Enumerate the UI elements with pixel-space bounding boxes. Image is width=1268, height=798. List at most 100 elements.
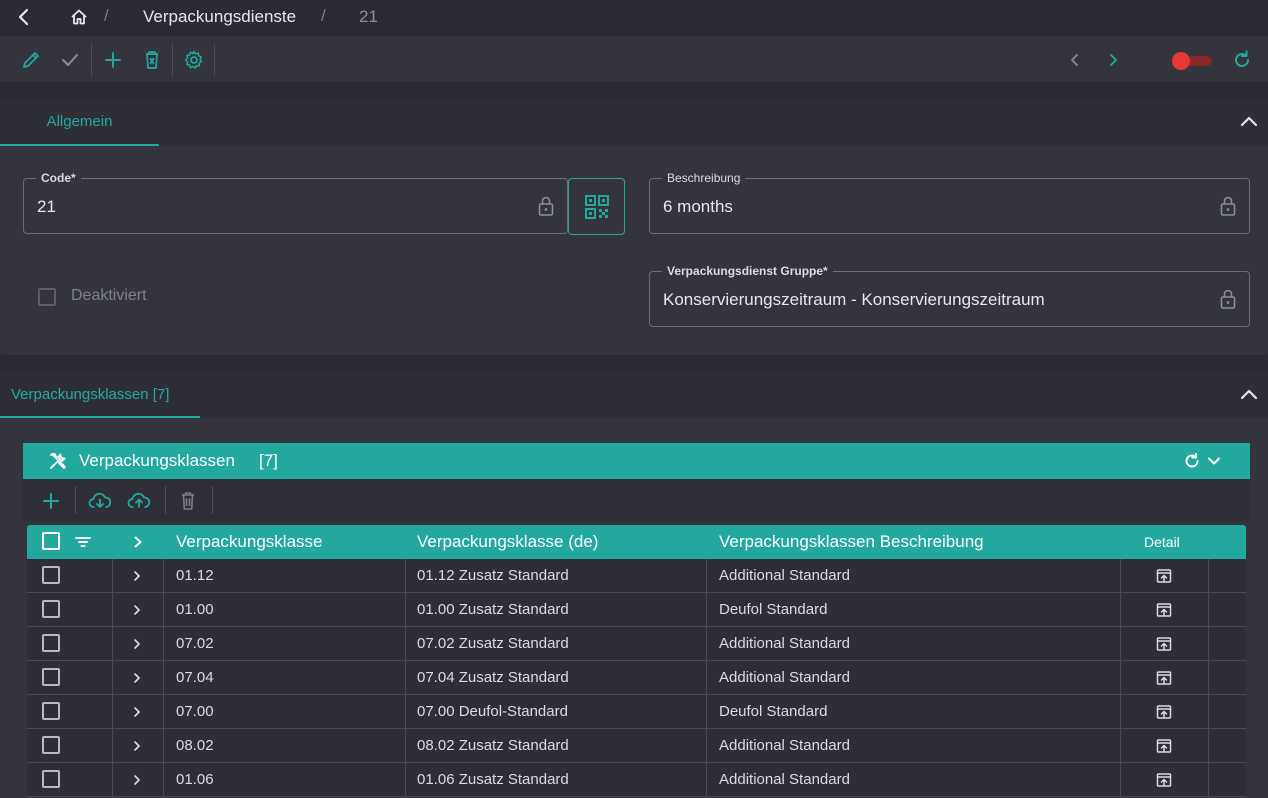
cell-beschreibung: Additional Standard bbox=[719, 771, 850, 788]
tab-allgemein[interactable]: Allgemein bbox=[0, 98, 159, 146]
open-detail-icon[interactable] bbox=[1156, 771, 1172, 789]
cell-verpackungsklasse: 01.06 bbox=[176, 771, 214, 788]
lock-icon bbox=[1219, 195, 1237, 217]
row-checkbox[interactable] bbox=[42, 600, 60, 618]
expand-all-icon[interactable] bbox=[131, 533, 145, 551]
table-row[interactable]: 07.04 07.04 Zusatz Standard Additional S… bbox=[27, 661, 1246, 695]
record-toolbar bbox=[0, 36, 1268, 82]
add-row-icon[interactable] bbox=[39, 490, 63, 512]
trash-icon[interactable] bbox=[176, 490, 200, 512]
classes-section: Verpackungsklassen [7] Verpackungsklasse… bbox=[0, 372, 1268, 798]
table-cell bbox=[27, 559, 113, 593]
chevron-down-icon[interactable] bbox=[1205, 452, 1223, 470]
open-detail-icon[interactable] bbox=[1156, 703, 1172, 721]
column-header-beschreibung[interactable]: Verpackungsklassen Beschreibung bbox=[719, 532, 984, 552]
collapse-up-icon[interactable] bbox=[1238, 111, 1260, 133]
table-row[interactable]: 01.12 01.12 Zusatz Standard Additional S… bbox=[27, 559, 1246, 593]
home-icon[interactable] bbox=[70, 8, 88, 26]
beschreibung-field[interactable]: Beschreibung 6 months bbox=[649, 170, 1250, 234]
back-arrow-icon[interactable] bbox=[14, 7, 34, 27]
toolbar-divider bbox=[91, 44, 92, 76]
row-expand-icon[interactable] bbox=[131, 568, 143, 584]
cell-beschreibung: Additional Standard bbox=[719, 567, 850, 584]
breadcrumb-item-verpackungsdienste[interactable]: Verpackungsdienste bbox=[143, 7, 296, 27]
edit-icon[interactable] bbox=[20, 49, 42, 71]
cell-beschreibung: Deufol Standard bbox=[719, 703, 828, 720]
table-row[interactable]: 01.06 01.06 Zusatz Standard Additional S… bbox=[27, 763, 1246, 797]
cloud-upload-icon[interactable] bbox=[127, 490, 151, 512]
lock-icon bbox=[1219, 288, 1237, 310]
table-cell bbox=[27, 593, 113, 627]
open-detail-icon[interactable] bbox=[1156, 567, 1172, 585]
active-toggle[interactable] bbox=[1172, 52, 1212, 70]
table-cell bbox=[27, 695, 113, 729]
column-header-verpackungsklasse-de[interactable]: Verpackungsklasse (de) bbox=[417, 532, 598, 552]
general-section: Allgemein Code* 21 Beschreibung 6 months… bbox=[0, 98, 1268, 355]
grid-title: Verpackungsklassen bbox=[79, 451, 235, 470]
grid-header: Verpackungsklassen [7] bbox=[23, 443, 1250, 479]
code-label: Code* bbox=[36, 170, 81, 186]
open-detail-icon[interactable] bbox=[1156, 737, 1172, 755]
add-icon[interactable] bbox=[102, 49, 124, 71]
toolbar-divider bbox=[165, 486, 166, 514]
check-icon[interactable] bbox=[59, 49, 81, 71]
gruppe-field[interactable]: Verpackungsdienst Gruppe* Konservierungs… bbox=[649, 263, 1250, 327]
code-value: 21 bbox=[37, 197, 56, 216]
row-checkbox[interactable] bbox=[42, 702, 60, 720]
collapse-up-icon[interactable] bbox=[1238, 384, 1260, 406]
row-expand-icon[interactable] bbox=[131, 772, 143, 788]
next-record-icon[interactable] bbox=[1102, 49, 1124, 71]
delete-icon[interactable] bbox=[141, 49, 163, 71]
cloud-download-icon[interactable] bbox=[88, 490, 112, 512]
cell-verpackungsklasse-de: 01.12 Zusatz Standard bbox=[417, 567, 569, 584]
row-checkbox[interactable] bbox=[42, 736, 60, 754]
gruppe-label: Verpackungsdienst Gruppe* bbox=[662, 263, 833, 279]
select-all-checkbox[interactable] bbox=[42, 532, 60, 550]
cell-verpackungsklasse: 01.12 bbox=[176, 567, 214, 584]
row-expand-icon[interactable] bbox=[131, 636, 143, 652]
qr-code-button[interactable] bbox=[568, 178, 625, 235]
cell-beschreibung: Additional Standard bbox=[719, 635, 850, 652]
row-checkbox[interactable] bbox=[42, 668, 60, 686]
tab-verpackungsklassen[interactable]: Verpackungsklassen [7] bbox=[0, 372, 200, 418]
column-header-verpackungsklasse[interactable]: Verpackungsklasse bbox=[176, 532, 322, 552]
table-cell bbox=[27, 661, 113, 695]
open-detail-icon[interactable] bbox=[1156, 601, 1172, 619]
toolbar-divider bbox=[172, 44, 173, 76]
cell-verpackungsklasse: 07.04 bbox=[176, 669, 214, 686]
open-detail-icon[interactable] bbox=[1156, 635, 1172, 653]
filter-icon[interactable] bbox=[74, 533, 92, 551]
deaktiviert-checkbox[interactable] bbox=[38, 288, 56, 306]
row-expand-icon[interactable] bbox=[131, 704, 143, 720]
table-row[interactable]: 07.02 07.02 Zusatz Standard Additional S… bbox=[27, 627, 1246, 661]
grid-refresh-icon[interactable] bbox=[1183, 452, 1201, 470]
cell-verpackungsklasse-de: 07.00 Deufol-Standard bbox=[417, 703, 568, 720]
cell-verpackungsklasse-de: 01.06 Zusatz Standard bbox=[417, 771, 569, 788]
breadcrumb-bar: / Verpackungsdienste / 21 bbox=[0, 0, 1268, 34]
code-field[interactable]: Code* 21 bbox=[23, 170, 568, 234]
previous-record-icon[interactable] bbox=[1064, 49, 1086, 71]
toolbar-divider bbox=[214, 44, 215, 76]
toggle-knob bbox=[1172, 52, 1190, 70]
tools-icon bbox=[48, 451, 68, 471]
cell-verpackungsklasse-de: 07.04 Zusatz Standard bbox=[417, 669, 569, 686]
row-expand-icon[interactable] bbox=[131, 738, 143, 754]
row-expand-icon[interactable] bbox=[131, 670, 143, 686]
table-row[interactable]: 07.00 07.00 Deufol-Standard Deufol Stand… bbox=[27, 695, 1246, 729]
table-row[interactable]: 08.02 08.02 Zusatz Standard Additional S… bbox=[27, 729, 1246, 763]
cell-verpackungsklasse: 08.02 bbox=[176, 737, 214, 754]
refresh-icon[interactable] bbox=[1231, 49, 1253, 71]
row-checkbox[interactable] bbox=[42, 770, 60, 788]
cell-beschreibung: Deufol Standard bbox=[719, 601, 828, 618]
open-detail-icon[interactable] bbox=[1156, 669, 1172, 687]
toolbar-divider bbox=[75, 486, 76, 514]
breadcrumb-separator: / bbox=[321, 6, 326, 25]
deaktiviert-label: Deaktiviert bbox=[71, 287, 147, 304]
settings-icon[interactable] bbox=[183, 49, 205, 71]
row-checkbox[interactable] bbox=[42, 566, 60, 584]
row-checkbox[interactable] bbox=[42, 634, 60, 652]
table-row[interactable]: 01.00 01.00 Zusatz Standard Deufol Stand… bbox=[27, 593, 1246, 627]
row-expand-icon[interactable] bbox=[131, 602, 143, 618]
beschreibung-label: Beschreibung bbox=[662, 170, 746, 186]
cell-verpackungsklasse: 01.00 bbox=[176, 601, 214, 618]
